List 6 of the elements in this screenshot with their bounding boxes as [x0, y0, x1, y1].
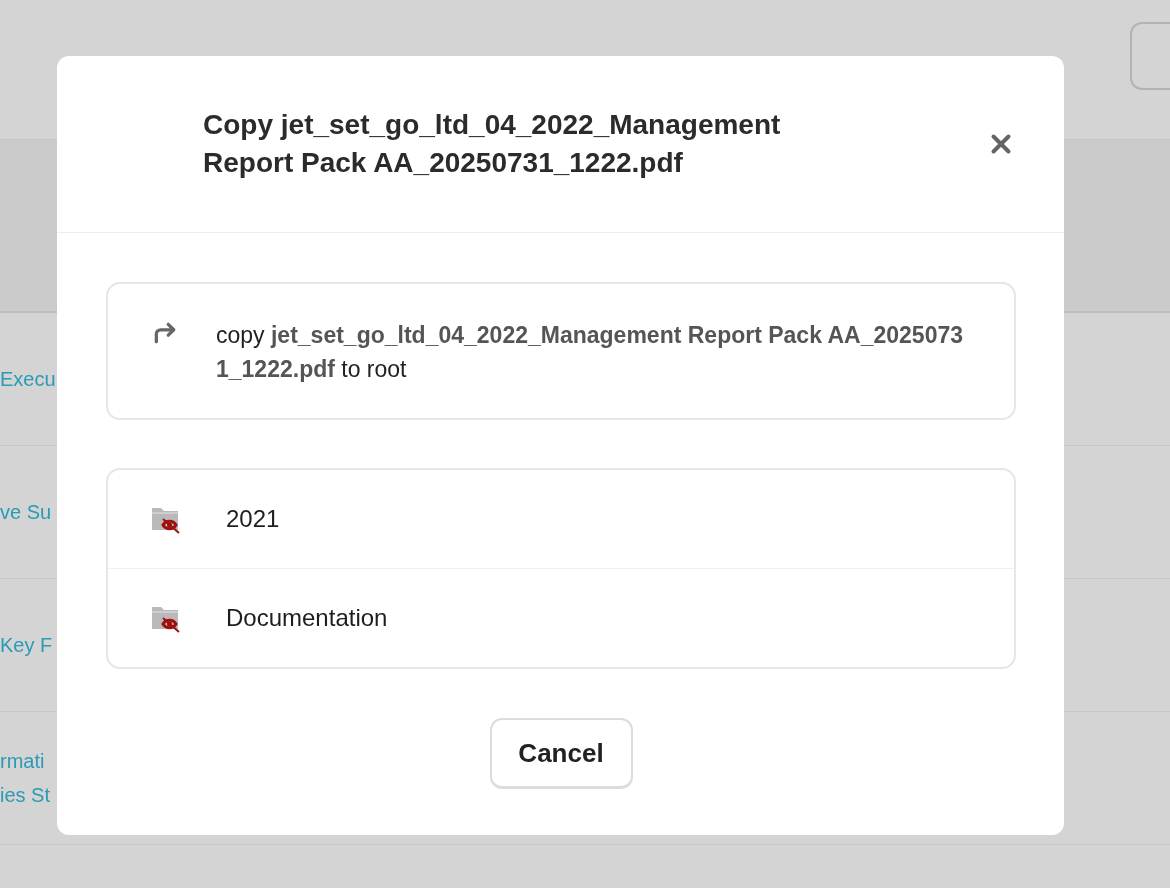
folder-name[interactable]: 2021: [226, 505, 280, 533]
dialog-title: Copy jet_set_go_ltd_04_2022_Management Report Pack AA_20250731_1222.pdf: [203, 108, 782, 180]
cancel-button[interactable]: Cancel: [489, 718, 633, 789]
forward-arrow-icon: [152, 320, 178, 346]
folder-name[interactable]: Documentation: [226, 604, 388, 632]
copy-summary: copy jet_set_go_ltd_04_2022_Management Report Pack AA_20250731_1222.pdf to root: [216, 321, 965, 384]
